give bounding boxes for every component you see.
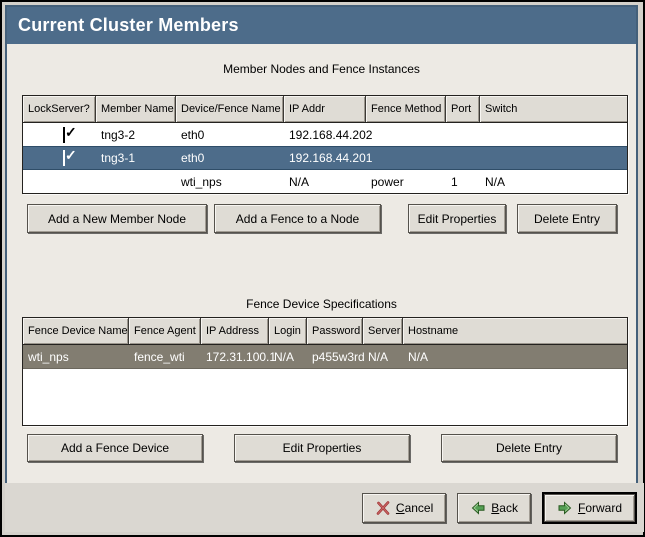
ip-addr-cell: 192.168.44.202 [284, 128, 366, 142]
fence-table-actions: Add a Fence Device Edit Properties Delet… [27, 434, 617, 462]
fence-table-header: Fence Device Name Fence Agent IP Address… [23, 318, 627, 345]
forward-button-default-ring: Forward [542, 492, 637, 524]
edit-properties-button[interactable]: Edit Properties [234, 434, 410, 462]
col-header-device-fence-name[interactable]: Device/Fence Name [176, 96, 284, 122]
lockserver-cell [23, 128, 96, 142]
content-area: Member Nodes and Fence Instances LockSer… [7, 62, 636, 462]
col-header-fence-method[interactable]: Fence Method [366, 96, 446, 122]
add-new-member-node-button[interactable]: Add a New Member Node [27, 204, 207, 233]
add-fence-to-node-button[interactable]: Add a Fence to a Node [214, 204, 381, 233]
ip-addr-cell: 192.168.44.201 [284, 151, 366, 165]
port-cell: 1 [446, 175, 480, 189]
fence-instance-row-wti-nps[interactable]: wti_nps N/A power 1 N/A [23, 170, 627, 193]
col-header-ip-address[interactable]: IP Address [201, 318, 269, 344]
cancel-x-icon [375, 500, 391, 516]
back-label: Back [491, 501, 518, 515]
title-bar: Current Cluster Members [7, 7, 636, 44]
hostname-cell: N/A [403, 350, 627, 364]
fence-devices-table: Fence Device Name Fence Agent IP Address… [22, 317, 628, 426]
main-panel: Current Cluster Members Member Nodes and… [5, 5, 638, 486]
back-button[interactable]: Back [457, 493, 531, 523]
footer-action-bar: Cancel Back Forward [5, 483, 644, 532]
member-table-caption: Member Nodes and Fence Instances [7, 62, 636, 77]
delete-entry-button[interactable]: Delete Entry [441, 434, 617, 462]
ip-addr-cell: N/A [284, 175, 366, 189]
col-header-fence-agent[interactable]: Fence Agent [129, 318, 201, 344]
col-header-switch[interactable]: Switch [480, 96, 627, 122]
member-row-tng3-1-selected[interactable]: tng3-1 eth0 192.168.44.201 [23, 146, 627, 170]
member-row-tng3-2[interactable]: tng3-2 eth0 192.168.44.202 [23, 123, 627, 146]
dialog-window: Current Cluster Members Member Nodes and… [0, 0, 645, 537]
fence-device-row-wti-nps-selected[interactable]: wti_nps fence_wti 172.31.100.1 N/A p455w… [23, 345, 627, 369]
ip-address-cell: 172.31.100.1 [201, 350, 269, 364]
col-header-fence-device-name[interactable]: Fence Device Name [23, 318, 129, 344]
col-header-hostname[interactable]: Hostname [403, 318, 627, 344]
add-fence-device-button[interactable]: Add a Fence Device [27, 434, 203, 462]
col-header-password[interactable]: Password [307, 318, 363, 344]
lockserver-cell [23, 151, 96, 165]
lockserver-checkbox[interactable] [63, 127, 65, 143]
member-nodes-table: LockServer? Member Name Device/Fence Nam… [22, 95, 628, 194]
cancel-button[interactable]: Cancel [362, 493, 446, 523]
member-name-cell: tng3-1 [96, 151, 176, 165]
forward-label: Forward [578, 501, 622, 515]
col-header-server[interactable]: Server [363, 318, 403, 344]
fence-method-cell: power [366, 175, 446, 189]
forward-arrow-icon [557, 500, 573, 516]
col-header-ip-addr[interactable]: IP Addr [284, 96, 366, 122]
fence-table-caption: Fence Device Specifications [7, 297, 636, 312]
switch-cell: N/A [480, 175, 627, 189]
delete-entry-button[interactable]: Delete Entry [517, 204, 617, 233]
page-title: Current Cluster Members [18, 15, 239, 36]
login-cell: N/A [269, 350, 307, 364]
forward-button[interactable]: Forward [544, 494, 635, 522]
back-arrow-icon [470, 500, 486, 516]
device-fence-name-cell: eth0 [176, 128, 284, 142]
fence-table-empty-area[interactable] [23, 369, 627, 425]
cancel-label: Cancel [396, 501, 433, 515]
member-table-actions: Add a New Member Node Add a Fence to a N… [27, 204, 617, 233]
device-fence-name-cell: wti_nps [176, 175, 284, 189]
fence-device-name-cell: wti_nps [23, 350, 129, 364]
member-name-cell: tng3-2 [96, 128, 176, 142]
col-header-lockserver[interactable]: LockServer? [23, 96, 96, 122]
member-table-header: LockServer? Member Name Device/Fence Nam… [23, 96, 627, 123]
lockserver-checkbox[interactable] [63, 150, 65, 166]
server-cell: N/A [363, 350, 403, 364]
edit-properties-button[interactable]: Edit Properties [408, 204, 506, 233]
col-header-login[interactable]: Login [269, 318, 307, 344]
password-cell: p455w3rd [307, 350, 363, 364]
fence-agent-cell: fence_wti [129, 350, 201, 364]
col-header-port[interactable]: Port [446, 96, 480, 122]
device-fence-name-cell: eth0 [176, 151, 284, 165]
col-header-member-name[interactable]: Member Name [96, 96, 176, 122]
